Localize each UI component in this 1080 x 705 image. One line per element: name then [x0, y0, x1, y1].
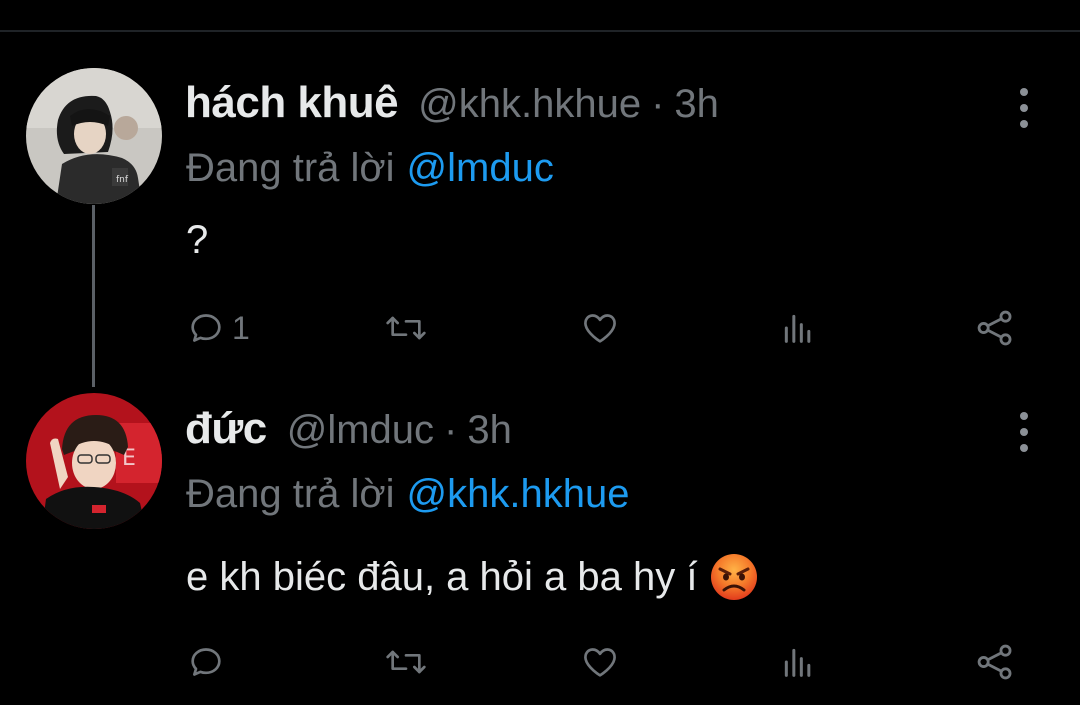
user-handle[interactable]: @lmduc: [287, 408, 434, 453]
replying-prefix: Đang trả lời: [186, 472, 395, 516]
tweet-text-content: e kh biéc đâu, a hỏi a ba hy í: [186, 554, 698, 599]
avatar[interactable]: E: [26, 393, 162, 529]
retweet-icon: [386, 650, 426, 674]
avatar[interactable]: fnf: [26, 68, 162, 204]
tweet-text: ?: [186, 218, 208, 263]
replying-to: Đang trả lời @khk.hkhue: [186, 472, 630, 517]
share-button[interactable]: [974, 304, 1016, 352]
timestamp[interactable]: 3h: [467, 408, 512, 453]
analytics-button[interactable]: [778, 304, 818, 352]
like-button[interactable]: [580, 638, 620, 686]
angry-face-emoji: [709, 552, 759, 602]
retweet-button[interactable]: [384, 304, 428, 352]
reply-count: 1: [232, 309, 250, 346]
avatar-image: E: [26, 393, 162, 529]
avatar-image: fnf: [26, 68, 162, 204]
tweet-text: e kh biéc đâu, a hỏi a ba hy í: [186, 552, 759, 602]
more-options-icon[interactable]: [1010, 88, 1038, 128]
heart-icon: [584, 648, 616, 677]
retweet-button[interactable]: [384, 638, 428, 686]
share-icon: [977, 644, 1012, 680]
user-handle[interactable]: @khk.hkhue: [418, 82, 641, 127]
display-name[interactable]: hách khuê: [185, 78, 399, 128]
analytics-icon: [784, 648, 811, 677]
more-options-icon[interactable]: [1010, 412, 1038, 452]
reply-mention-link[interactable]: @lmduc: [407, 146, 554, 190]
timestamp[interactable]: 3h: [674, 82, 719, 127]
analytics-icon: [784, 314, 811, 343]
action-bar: 1: [0, 304, 1080, 352]
share-button[interactable]: [974, 638, 1016, 686]
tweet-header: đức @lmduc · 3h: [185, 404, 512, 460]
separator-dot: ·: [651, 82, 665, 126]
display-name[interactable]: đức: [185, 404, 267, 454]
like-button[interactable]: [580, 304, 620, 352]
heart-icon: [584, 314, 616, 343]
separator-dot: ·: [444, 408, 458, 452]
retweet-icon: [386, 316, 426, 340]
reply-mention-link[interactable]: @khk.hkhue: [407, 472, 630, 516]
share-icon: [977, 310, 1012, 346]
svg-text:fnf: fnf: [116, 175, 129, 185]
tweet-header: hách khuê @khk.hkhue · 3h: [185, 78, 719, 134]
replying-prefix: Đang trả lời: [186, 146, 395, 190]
analytics-button[interactable]: [778, 638, 818, 686]
action-bar: [0, 638, 1080, 686]
top-divider: [0, 30, 1080, 32]
comment-icon: [191, 648, 221, 676]
thread-connector-line: [92, 205, 95, 387]
comment-icon: [191, 314, 221, 342]
tweet-text-content: ?: [186, 218, 209, 262]
reply-button[interactable]: [186, 638, 232, 686]
replying-to: Đang trả lời @lmduc: [186, 146, 554, 191]
reply-button[interactable]: 1: [186, 304, 250, 352]
